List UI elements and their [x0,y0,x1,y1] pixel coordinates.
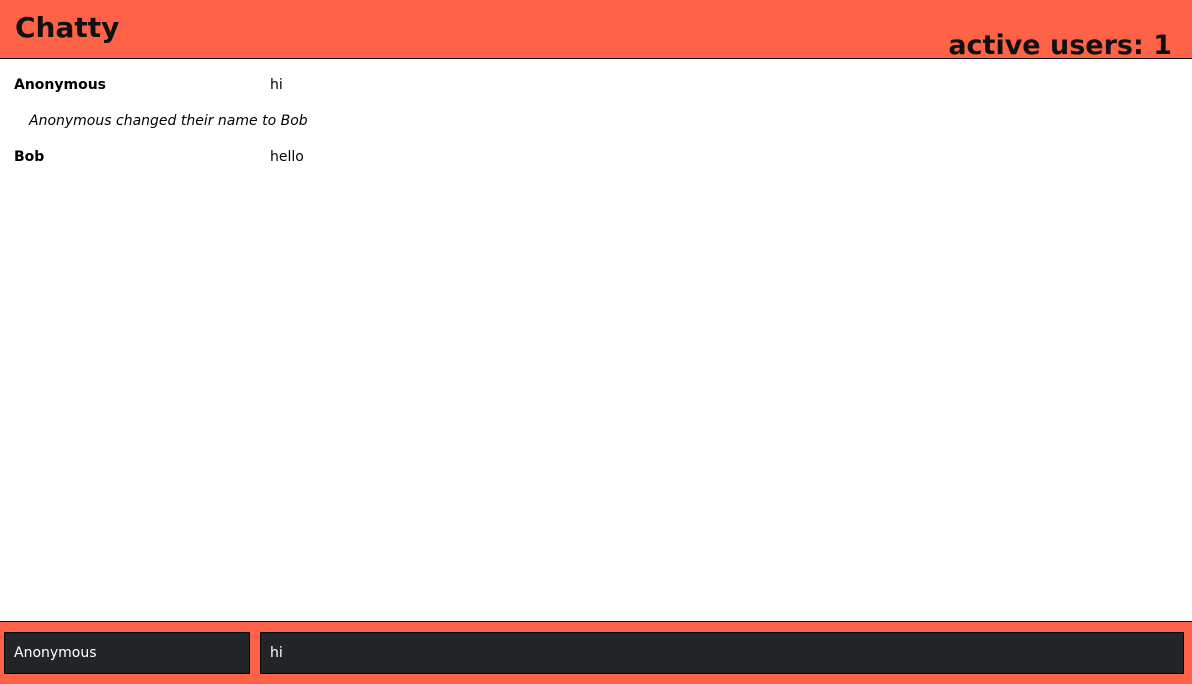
message-row: Anonymous hi [0,59,1192,95]
username-input[interactable] [4,632,250,674]
message-list: Anonymous hi Anonymous changed their nam… [0,59,1192,621]
message-input[interactable] [260,632,1184,674]
message-username: Bob [14,149,45,165]
system-notification: Anonymous changed their name to Bob [0,95,1192,131]
message-content: hello [270,149,304,165]
app-title[interactable]: Chatty [15,10,119,46]
navbar: Chatty active users: 1 [0,0,1192,61]
notification-text: Anonymous changed their name to Bob [29,113,308,129]
message-username: Anonymous [14,77,107,93]
message-row: Bob hello [0,131,1192,167]
chat-bar [0,621,1192,684]
message-content: hi [270,77,283,93]
